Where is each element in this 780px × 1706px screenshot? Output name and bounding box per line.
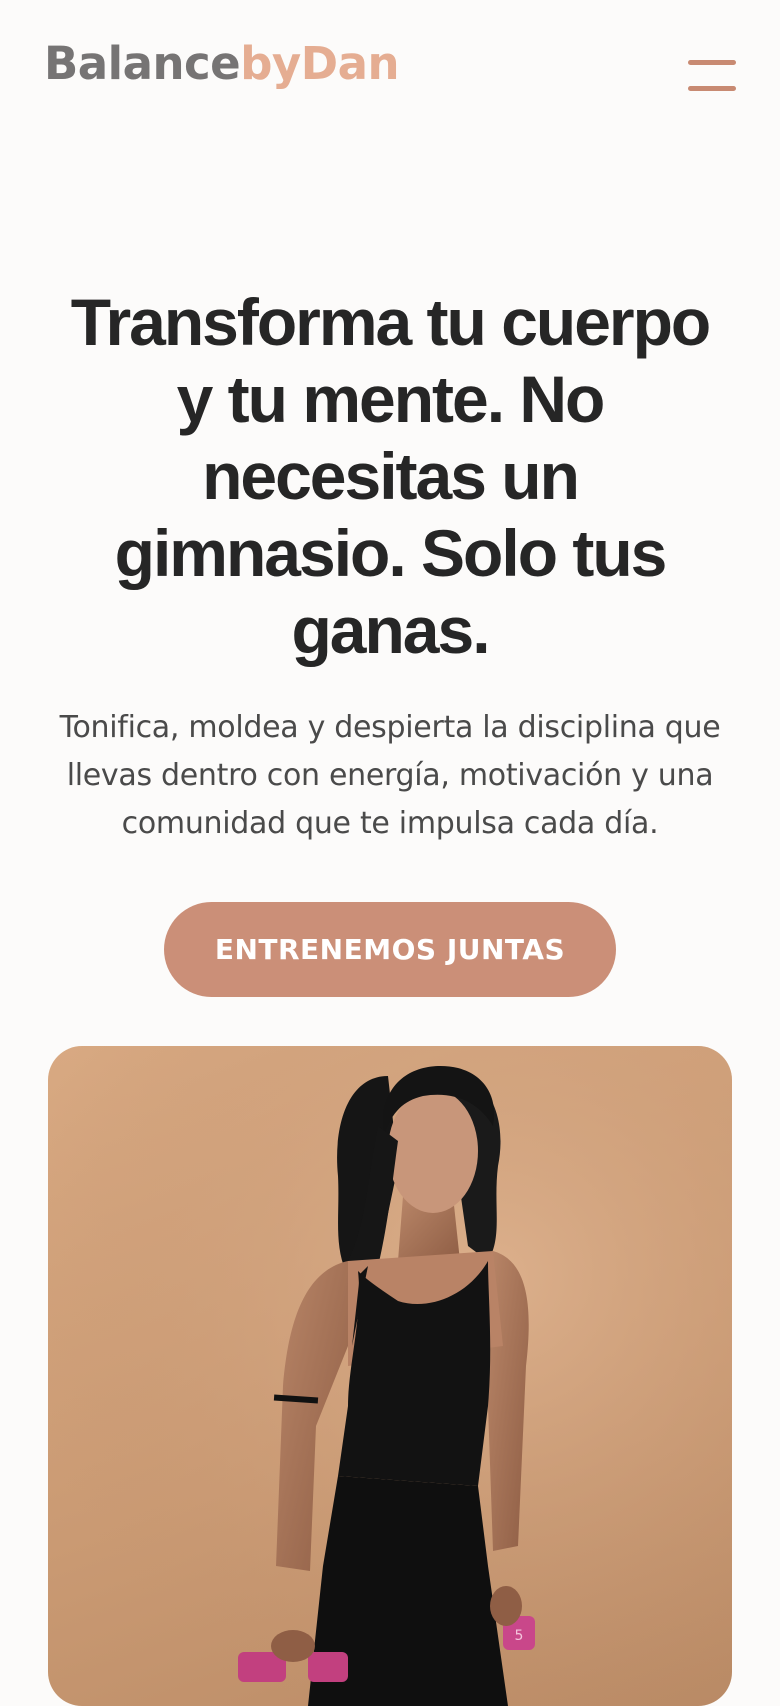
- logo-text-bydan: byDan: [240, 37, 399, 90]
- woman-with-dumbbells-illustration: 5: [48, 1046, 732, 1706]
- menu-bar-top: [688, 60, 736, 65]
- logo-text-balance: Balance: [44, 37, 241, 90]
- hamburger-menu-icon[interactable]: [686, 56, 738, 96]
- site-header: BalancebyDan: [0, 0, 780, 140]
- dumbbell-label: 5: [515, 1628, 524, 1644]
- hero-photo: 5: [48, 1046, 732, 1706]
- menu-bar-bottom: [688, 86, 736, 91]
- cta-button[interactable]: ENTRENEMOS JUNTAS: [164, 902, 616, 997]
- hero-subtitle: Tonifica, moldea y despierta la discipli…: [59, 710, 721, 841]
- hero-title: Transforma tu cuerpo y tu mente. No nece…: [70, 285, 711, 667]
- site-logo[interactable]: BalancebyDan: [44, 36, 399, 92]
